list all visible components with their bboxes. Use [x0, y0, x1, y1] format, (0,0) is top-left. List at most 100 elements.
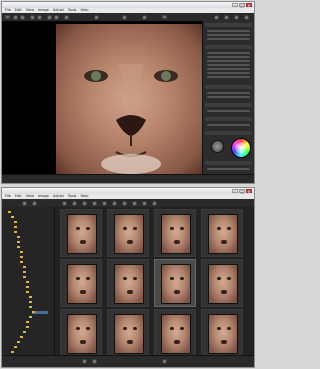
back-icon[interactable] — [13, 14, 18, 20]
minimize-button[interactable]: – — [232, 189, 238, 194]
slider-track[interactable] — [207, 56, 250, 58]
tree-item[interactable] — [29, 316, 33, 319]
tree-item[interactable] — [20, 261, 24, 264]
tree-item[interactable] — [26, 321, 30, 324]
thumbnail[interactable] — [107, 309, 149, 357]
knob-icon[interactable] — [211, 140, 224, 153]
slider-track[interactable] — [207, 96, 250, 98]
zoom-out-icon[interactable] — [54, 14, 59, 20]
zoom-in-icon[interactable] — [47, 14, 52, 20]
open-folder-icon[interactable] — [5, 15, 10, 19]
tree-item[interactable] — [11, 216, 15, 219]
panel-section-header[interactable] — [205, 161, 252, 165]
rotate-right-icon[interactable] — [37, 14, 42, 20]
rename-icon[interactable] — [132, 200, 137, 206]
tree-item[interactable] — [11, 351, 15, 354]
maximize-button[interactable]: □ — [239, 189, 245, 194]
tree-item[interactable] — [23, 276, 27, 279]
fullscreen-icon[interactable] — [162, 15, 167, 19]
thumbnail[interactable] — [60, 209, 102, 257]
tree-item[interactable] — [29, 296, 33, 299]
slider-track[interactable] — [207, 92, 250, 94]
help-icon[interactable] — [244, 14, 249, 20]
prev-icon[interactable] — [82, 359, 87, 364]
panel-section-header[interactable] — [205, 23, 252, 27]
tree-item[interactable] — [17, 341, 21, 344]
copy-icon[interactable] — [102, 200, 107, 206]
thumbnail[interactable] — [201, 309, 243, 357]
tree-item[interactable] — [14, 221, 18, 224]
next-icon[interactable] — [92, 359, 97, 364]
tree-item[interactable] — [29, 301, 33, 304]
thumbnail[interactable] — [60, 309, 102, 357]
back-icon[interactable] — [22, 200, 27, 206]
tree-item[interactable] — [23, 331, 27, 334]
slider-track[interactable] — [207, 60, 250, 62]
tree-item[interactable] — [20, 336, 24, 339]
minimize-button[interactable]: – — [232, 3, 238, 8]
sort-icon[interactable] — [62, 200, 67, 206]
panel-section-header[interactable] — [205, 103, 252, 107]
thumbnail[interactable] — [107, 209, 149, 257]
zoom-icon[interactable] — [162, 359, 167, 364]
tree-item[interactable] — [20, 256, 24, 259]
view-mode-icon[interactable] — [82, 200, 87, 206]
thumbnail[interactable] — [154, 309, 196, 357]
thumbnail-selected[interactable] — [154, 259, 196, 307]
slider-track[interactable] — [207, 76, 250, 78]
batch-icon[interactable] — [142, 200, 147, 206]
tree-item[interactable] — [26, 286, 30, 289]
slider-track[interactable] — [207, 72, 250, 74]
tree-item[interactable] — [26, 291, 30, 294]
settings-icon[interactable] — [214, 14, 219, 20]
slider-track[interactable] — [207, 52, 250, 54]
full-size-icon[interactable] — [142, 14, 147, 20]
crop-icon[interactable] — [64, 14, 69, 20]
tree-item[interactable] — [17, 246, 21, 249]
panel-section-header[interactable] — [205, 85, 252, 89]
tree-item[interactable] — [26, 281, 30, 284]
thumbnail[interactable] — [201, 209, 243, 257]
tree-item[interactable] — [14, 226, 18, 229]
tree-item[interactable] — [17, 241, 21, 244]
maximize-button[interactable]: □ — [239, 3, 245, 8]
histogram-icon[interactable] — [224, 14, 229, 20]
tree-item[interactable] — [14, 231, 18, 234]
tree-item[interactable] — [29, 306, 33, 309]
compare-icon[interactable] — [94, 14, 99, 20]
forward-icon[interactable] — [32, 200, 37, 206]
thumbnail[interactable] — [60, 259, 102, 307]
tree-item[interactable] — [17, 236, 21, 239]
slideshow-icon[interactable] — [152, 200, 157, 206]
slider-track[interactable] — [207, 68, 250, 70]
close-button[interactable]: × — [246, 3, 252, 8]
filter-icon[interactable] — [72, 200, 77, 206]
forward-icon[interactable] — [20, 14, 25, 20]
slider-track[interactable] — [207, 38, 250, 40]
tree-item[interactable] — [20, 251, 24, 254]
thumbnail[interactable] — [107, 259, 149, 307]
slider-track[interactable] — [207, 168, 250, 170]
panel-section-header[interactable] — [205, 131, 252, 135]
image-viewer[interactable] — [2, 21, 205, 177]
close-button[interactable]: × — [246, 189, 252, 194]
rotate-left-icon[interactable] — [30, 14, 35, 20]
tree-item[interactable] — [23, 271, 27, 274]
tree-item[interactable] — [14, 346, 18, 349]
tree-item[interactable] — [26, 326, 30, 329]
thumbnail[interactable] — [154, 209, 196, 257]
rotate-icon[interactable] — [92, 200, 97, 206]
tree-item[interactable] — [8, 211, 12, 214]
slider-track[interactable] — [207, 34, 250, 36]
thumbnail[interactable] — [201, 259, 243, 307]
delete-icon[interactable] — [122, 200, 127, 206]
tree-item[interactable] — [23, 266, 27, 269]
fit-icon[interactable] — [122, 14, 127, 20]
tree-item-selected[interactable] — [32, 311, 48, 314]
slider-track[interactable] — [207, 124, 250, 126]
slider-track[interactable] — [207, 110, 250, 112]
slider-track[interactable] — [207, 30, 250, 32]
color-wheel-icon[interactable] — [231, 138, 251, 158]
slider-track[interactable] — [207, 64, 250, 66]
panel-section-header[interactable] — [205, 45, 252, 49]
